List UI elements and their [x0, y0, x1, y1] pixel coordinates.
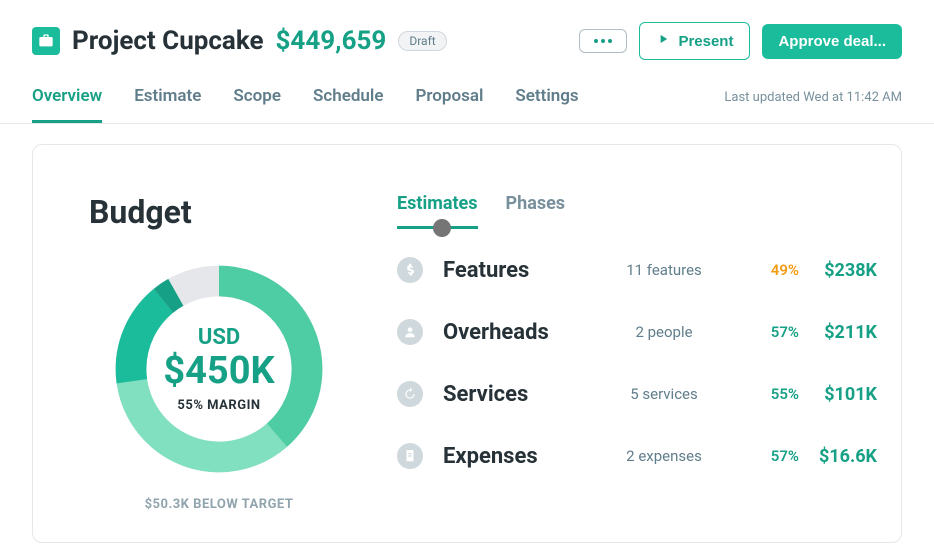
line-item-label: Overheads	[443, 320, 589, 345]
line-item-pct: 57%	[739, 447, 799, 465]
subtab-phases[interactable]: Phases	[506, 193, 566, 229]
tab-schedule[interactable]: Schedule	[313, 86, 384, 123]
tab-settings[interactable]: Settings	[515, 86, 578, 123]
tab-estimate[interactable]: Estimate	[134, 86, 201, 123]
project-title: Project Cupcake	[72, 26, 264, 56]
line-item-label: Services	[443, 382, 589, 407]
line-item-label: Expenses	[443, 444, 589, 469]
line-item-count: 5 services	[609, 385, 719, 403]
tab-scope[interactable]: Scope	[233, 86, 281, 123]
tab-proposal[interactable]: Proposal	[415, 86, 483, 123]
status-badge: Draft	[398, 31, 446, 51]
donut-margin: 55% MARGIN	[177, 398, 260, 413]
below-target-label: $50.3K BELOW TARGET	[89, 497, 349, 512]
approve-label: Approve deal...	[778, 33, 886, 50]
last-updated: Last updated Wed at 11:42 AM	[724, 90, 902, 119]
line-item-count: 2 expenses	[609, 447, 719, 465]
project-icon	[32, 27, 60, 55]
dollar-wrench-icon	[397, 257, 423, 283]
line-item-features[interactable]: Features 11 features 49% $238K	[397, 257, 877, 283]
project-amount: $449,659	[276, 26, 387, 56]
ellipsis-icon	[594, 39, 612, 43]
donut-amount: $450K	[163, 352, 274, 390]
dollar-person-icon	[397, 319, 423, 345]
dollar-refresh-icon	[397, 381, 423, 407]
line-item-amount: $211K	[819, 322, 877, 343]
approve-deal-button[interactable]: Approve deal...	[762, 24, 902, 59]
present-label: Present	[678, 33, 733, 50]
line-item-amount: $238K	[819, 260, 877, 281]
line-item-overheads[interactable]: Overheads 2 people 57% $211K	[397, 319, 877, 345]
budget-subtabs: Estimates Phases	[397, 193, 877, 229]
line-item-count: 11 features	[609, 261, 719, 279]
play-icon	[656, 32, 670, 50]
line-item-pct: 55%	[739, 385, 799, 403]
line-item-label: Features	[443, 258, 589, 283]
main-tabs: Overview Estimate Scope Schedule Proposa…	[32, 86, 579, 123]
budget-title: Budget	[89, 193, 349, 231]
line-item-pct: 57%	[739, 323, 799, 341]
present-button[interactable]: Present	[639, 22, 750, 60]
line-item-pct: 49%	[739, 261, 799, 279]
line-item-count: 2 people	[609, 323, 719, 341]
donut-currency: USD	[198, 325, 240, 350]
line-item-amount: $16.6K	[819, 446, 877, 467]
line-item-expenses[interactable]: Expenses 2 expenses 57% $16.6K	[397, 443, 877, 469]
more-actions-button[interactable]	[579, 29, 627, 53]
line-item-services[interactable]: Services 5 services 55% $101K	[397, 381, 877, 407]
subtab-slider-handle[interactable]	[433, 219, 451, 237]
budget-card: Budget USD $450K 55% MARGIN	[32, 144, 902, 543]
line-item-amount: $101K	[819, 384, 877, 405]
budget-donut-chart: USD $450K 55% MARGIN	[109, 259, 329, 479]
dollar-receipt-icon	[397, 443, 423, 469]
tab-overview[interactable]: Overview	[32, 86, 102, 123]
